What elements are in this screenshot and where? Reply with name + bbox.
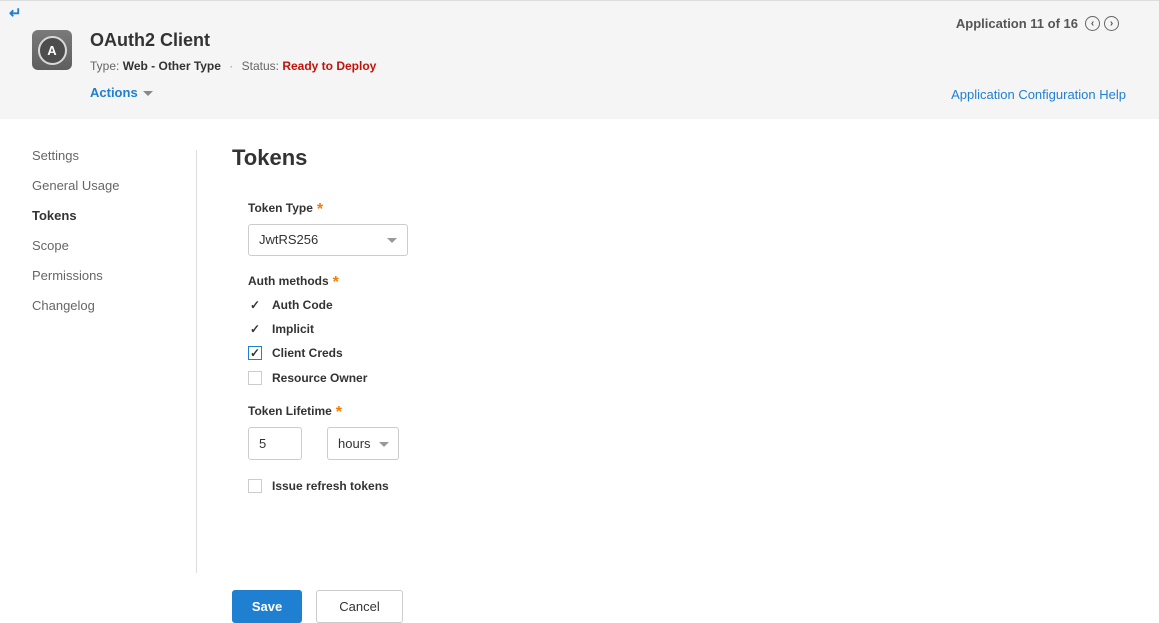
token-lifetime-unit-value: hours [338, 436, 371, 451]
status-label: Status: [241, 59, 279, 73]
chevron-right-circle-icon[interactable]: › [1104, 16, 1119, 31]
implicit-checkbox[interactable]: ✓ Implicit [248, 322, 314, 336]
issue-refresh-tokens-checkbox[interactable]: Issue refresh tokens [248, 479, 389, 493]
token-type-select[interactable]: JwtRS256 [248, 224, 408, 256]
application-pager: Application 11 of 16 ‹ › [956, 16, 1119, 31]
type-value: Web - Other Type [122, 59, 221, 73]
auth-code-checkbox[interactable]: ✓ Auth Code [248, 298, 333, 312]
sidebar-item-general-usage[interactable]: General Usage [32, 178, 119, 208]
issue-refresh-tokens-label: Issue refresh tokens [272, 479, 389, 493]
status-value: Ready to Deploy [282, 59, 377, 73]
save-button[interactable]: Save [232, 590, 302, 623]
app-meta: Type: Web - Other Type · Status: Ready t… [90, 59, 376, 73]
sidebar-item-scope[interactable]: Scope [32, 238, 119, 268]
type-label: Type: [90, 59, 120, 73]
sidebar-divider [196, 150, 197, 573]
sidebar-item-settings[interactable]: Settings [32, 148, 119, 178]
configuration-help-link[interactable]: Application Configuration Help [951, 87, 1126, 102]
sidebar-nav: Settings General Usage Tokens Scope Perm… [32, 148, 119, 328]
token-lifetime-label-text: Token Lifetime [248, 404, 332, 418]
sidebar-item-tokens[interactable]: Tokens [32, 208, 119, 238]
pager-text: Application 11 of 16 [955, 16, 1078, 31]
token-type-label-text: Token Type [248, 201, 313, 215]
sidebar-item-permissions[interactable]: Permissions [32, 268, 119, 298]
token-lifetime-unit-select[interactable]: hours [327, 427, 399, 460]
chevron-down-icon [379, 442, 389, 447]
required-mark: * [332, 274, 339, 291]
resource-owner-checkbox[interactable]: Resource Owner [248, 371, 367, 385]
actions-menu[interactable]: Actions [90, 85, 153, 100]
token-type-label: Token Type * [248, 201, 323, 219]
token-type-value: JwtRS256 [259, 232, 319, 247]
caret-down-icon [142, 91, 153, 97]
actions-label: Actions [90, 85, 138, 100]
auth-methods-label-text: Auth methods [248, 274, 329, 288]
token-lifetime-input[interactable]: 5 [248, 427, 302, 460]
back-arrow-icon[interactable]: ↵ [9, 6, 22, 21]
required-mark: * [316, 201, 324, 218]
auth-methods-label: Auth methods * [248, 274, 339, 292]
chevron-left-circle-icon[interactable]: ‹ [1085, 16, 1100, 31]
checkmark-icon: ✓ [249, 298, 261, 312]
app-logo-icon: A [32, 30, 72, 70]
app-title: OAuth2 Client [90, 30, 210, 50]
checkmark-icon: ✓ [248, 346, 262, 360]
chevron-down-icon [387, 238, 397, 243]
empty-checkbox-icon [248, 371, 262, 385]
auth-code-label: Auth Code [272, 298, 333, 312]
cancel-button[interactable]: Cancel [316, 590, 403, 623]
page-title: Tokens [232, 145, 308, 170]
app-logo-letter: A [37, 35, 67, 65]
client-creds-checkbox[interactable]: ✓ Client Creds [248, 346, 343, 360]
implicit-label: Implicit [272, 322, 315, 336]
app-header: ↵ A OAuth2 Client Type: Web - Other Type… [0, 0, 1159, 119]
checkmark-icon: ✓ [249, 322, 261, 336]
empty-checkbox-icon [248, 479, 262, 493]
sidebar-item-changelog[interactable]: Changelog [32, 298, 119, 328]
required-mark: * [335, 404, 343, 421]
resource-owner-label: Resource Owner [272, 371, 368, 385]
meta-separator: · [229, 59, 234, 73]
client-creds-label: Client Creds [272, 346, 343, 360]
token-lifetime-label: Token Lifetime * [248, 404, 342, 422]
